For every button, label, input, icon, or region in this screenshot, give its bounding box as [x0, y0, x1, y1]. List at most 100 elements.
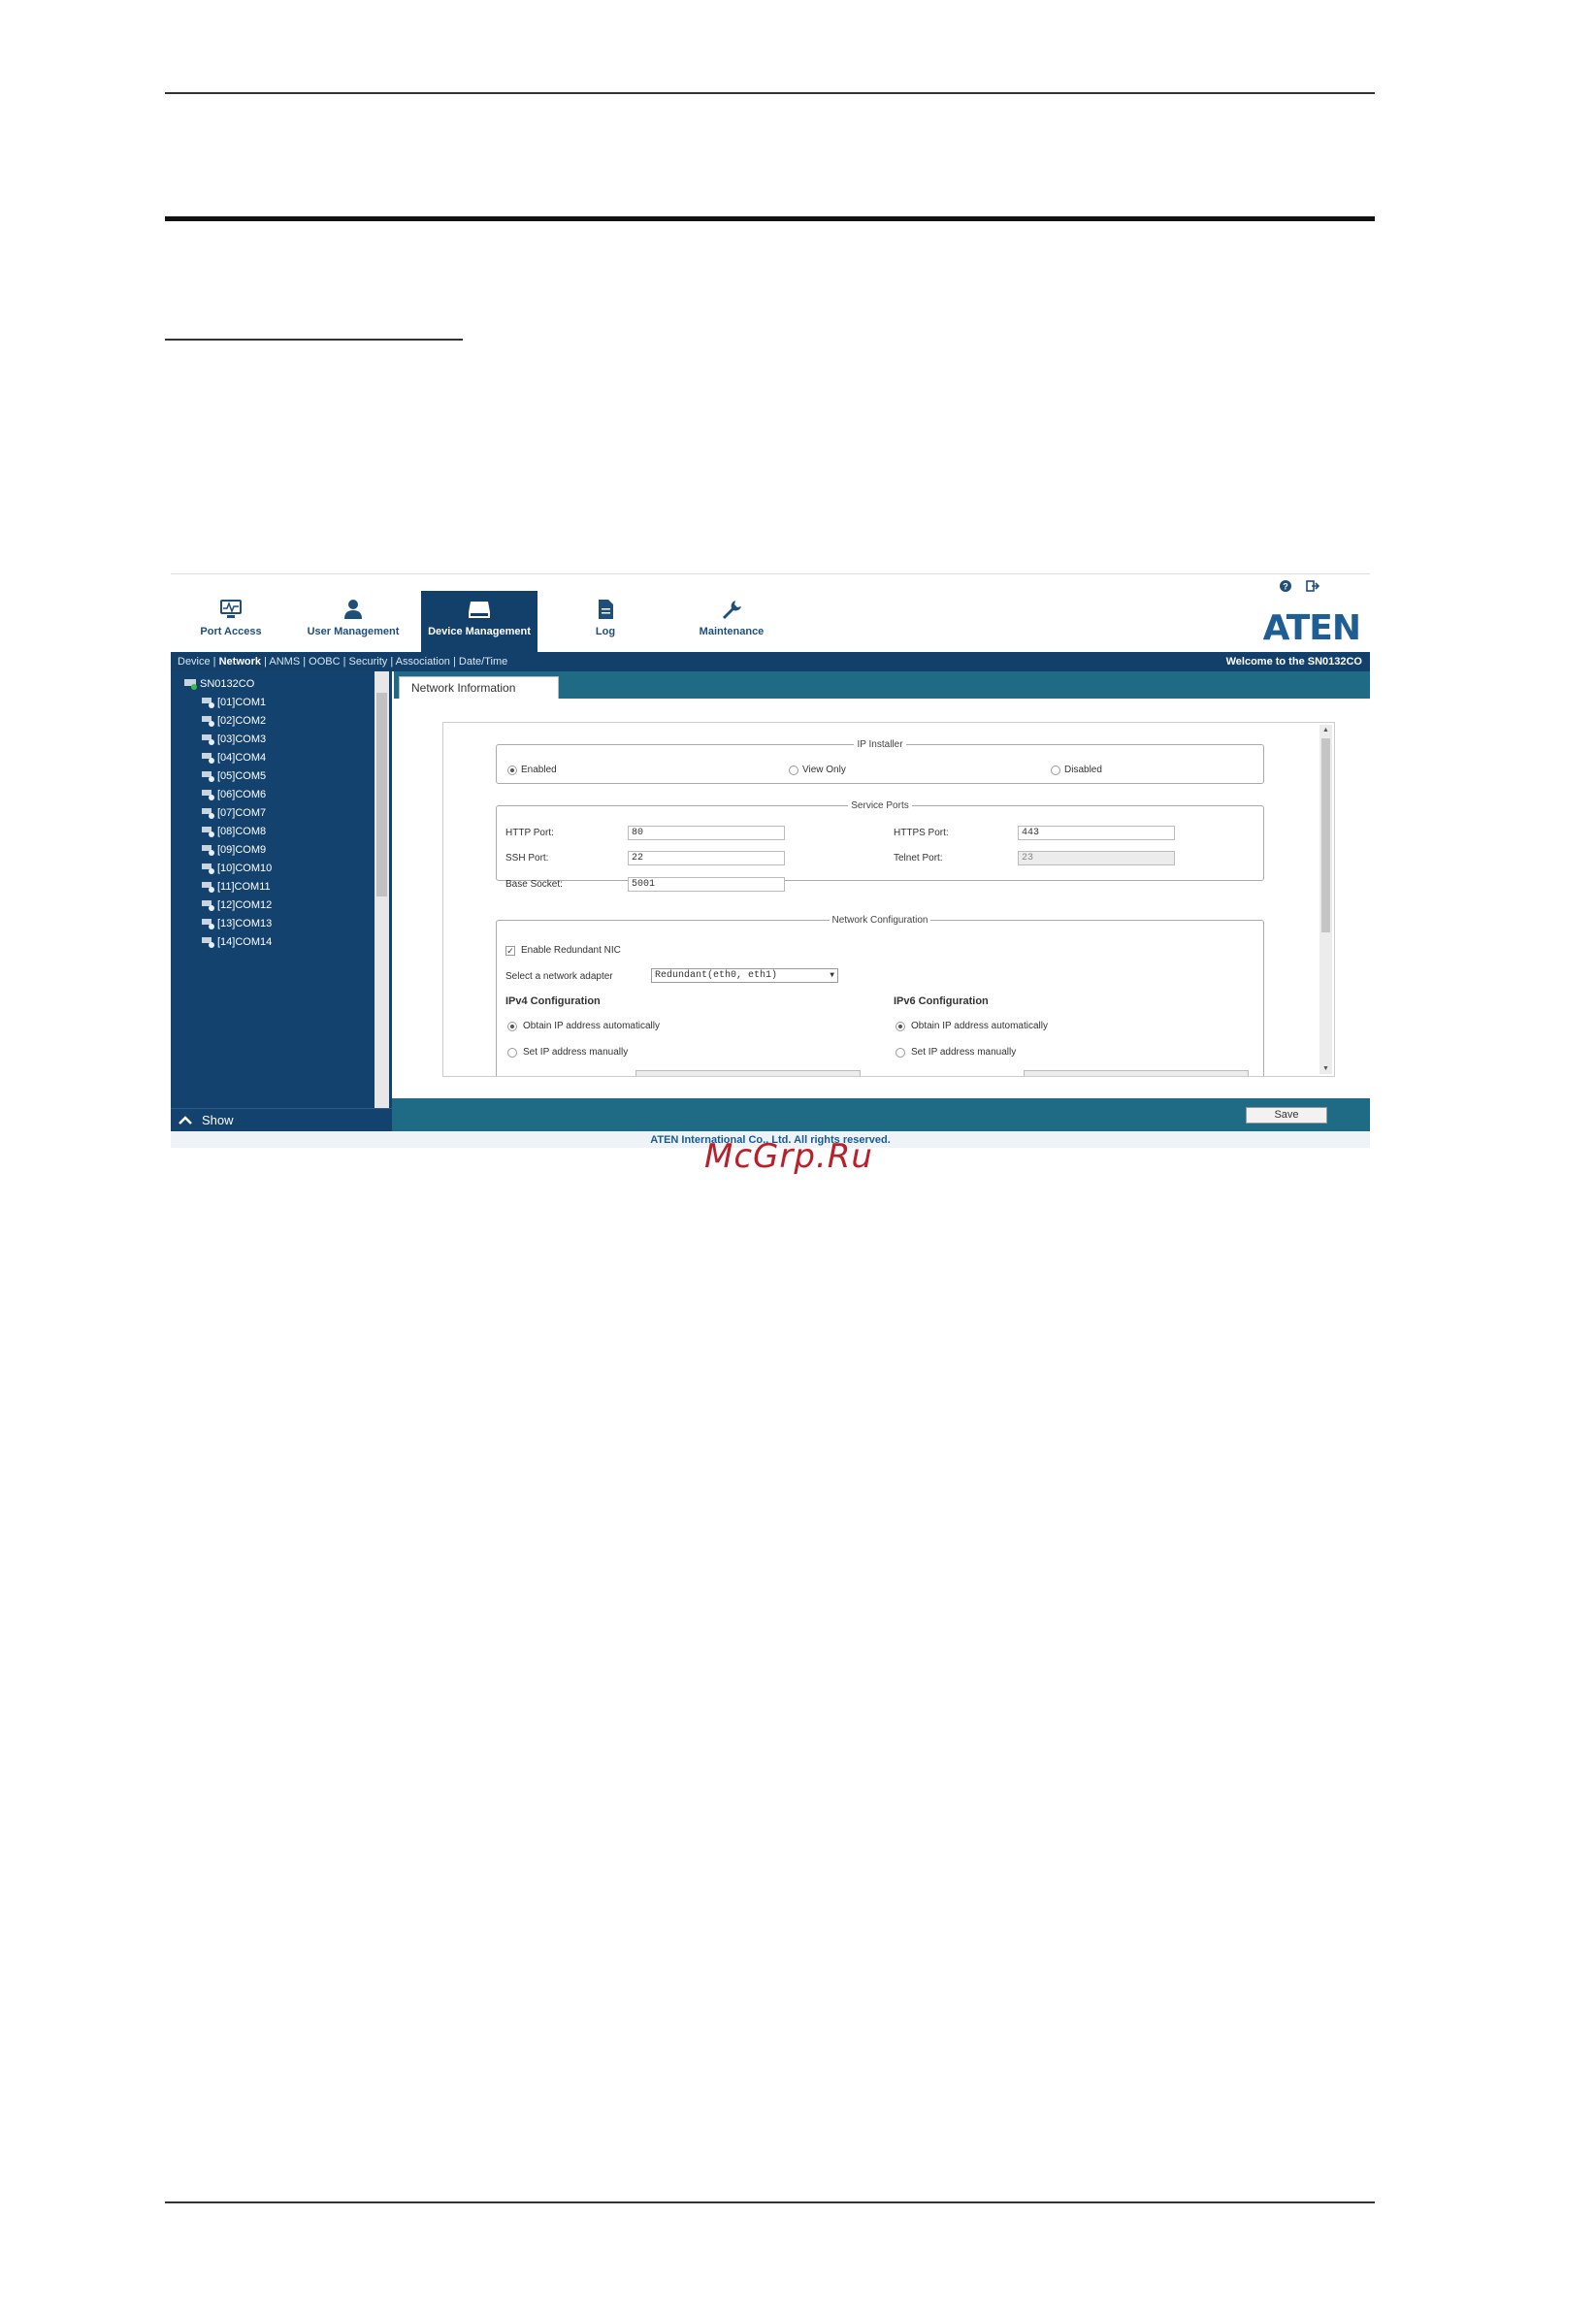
- network-configuration-legend: Network Configuration: [831, 915, 928, 926]
- subnav-oobc[interactable]: OOBC: [309, 656, 340, 668]
- port-icon: [202, 698, 214, 709]
- telnet-port-input[interactable]: 23: [1018, 851, 1175, 865]
- tree-port-item[interactable]: [11]COM11: [202, 878, 271, 896]
- sidebar-scrollbar[interactable]: [375, 671, 389, 1108]
- tree-port-item[interactable]: [01]COM1: [202, 694, 266, 712]
- ipv6-auto-radio[interactable]: [896, 1022, 905, 1031]
- tree-port-label: [08]COM8: [217, 826, 267, 837]
- ip-installer-disabled-radio[interactable]: [1051, 766, 1060, 775]
- device-tree-sidebar: SN0132CO [01]COM1 [02]COM2 [03]COM3 [04]…: [171, 671, 392, 1131]
- tree-port-item[interactable]: [10]COM10: [202, 860, 272, 878]
- device-icon: [469, 602, 490, 618]
- redundant-nic-checkbox[interactable]: ✓: [505, 946, 515, 956]
- tree-port-item[interactable]: [07]COM7: [202, 804, 266, 823]
- tree-port-item[interactable]: [08]COM8: [202, 823, 266, 841]
- http-port-label: HTTP Port:: [505, 828, 554, 838]
- network-adapter-value: Redundant(eth0, eth1): [655, 970, 778, 981]
- tab-bar: Network Information: [394, 671, 1370, 699]
- tree-port-item[interactable]: [02]COM2: [202, 712, 266, 731]
- subnav-anms[interactable]: ANMS: [269, 656, 300, 668]
- network-form: IP Installer Enabled View Only Disabled …: [442, 722, 1335, 1077]
- subnav-network[interactable]: Network: [219, 656, 261, 668]
- port-icon: [202, 771, 214, 783]
- port-icon: [202, 864, 214, 875]
- ip-installer-viewonly-radio[interactable]: [789, 766, 798, 775]
- ipv4-auto-label: Obtain IP address automatically: [523, 1021, 661, 1031]
- port-icon: [202, 882, 214, 894]
- base-socket-input[interactable]: 5001: [628, 877, 785, 892]
- ip-installer-legend: IP Installer: [857, 739, 903, 750]
- ipv6-manual-radio[interactable]: [896, 1048, 905, 1058]
- ipv6-title: IPv6 Configuration: [894, 995, 989, 1007]
- redundant-nic-label: Enable Redundant NIC: [521, 945, 621, 956]
- nav-label: Log: [595, 626, 616, 637]
- nav-maintenance[interactable]: Maintenance: [673, 591, 790, 652]
- port-icon: [202, 790, 214, 801]
- content-scroll-thumb[interactable]: [1321, 738, 1330, 932]
- ssh-port-label: SSH Port:: [505, 853, 549, 864]
- tree-port-label: [04]COM4: [217, 752, 267, 764]
- tree-port-item[interactable]: [14]COM14: [202, 933, 272, 952]
- tree-port-label: [06]COM6: [217, 789, 267, 800]
- network-adapter-select[interactable]: Redundant(eth0, eth1) ▼: [651, 968, 838, 983]
- tree-port-item[interactable]: [09]COM9: [202, 841, 266, 860]
- tree-port-label: [13]COM13: [217, 918, 273, 929]
- subnav-security[interactable]: Security: [349, 656, 388, 668]
- tree-port-item[interactable]: [13]COM13: [202, 915, 272, 933]
- ipv4-auto-radio[interactable]: [507, 1022, 517, 1031]
- port-icon: [202, 919, 214, 930]
- tree-port-label: [07]COM7: [217, 807, 267, 819]
- ipv4-manual-radio[interactable]: [507, 1048, 517, 1058]
- subnav-device[interactable]: Device: [178, 656, 211, 668]
- save-button[interactable]: Save: [1246, 1107, 1327, 1124]
- sidebar-scroll-thumb[interactable]: [376, 693, 387, 896]
- tab-network-information[interactable]: Network Information: [399, 676, 559, 699]
- service-ports-legend: Service Ports: [851, 800, 909, 811]
- section-heading-underline: [165, 339, 463, 341]
- http-port-input[interactable]: 80: [628, 826, 785, 840]
- svg-text:?: ?: [1283, 582, 1288, 592]
- subnav-association[interactable]: Association: [396, 656, 450, 668]
- scroll-up-icon[interactable]: ▲: [1321, 726, 1330, 734]
- tree-port-item[interactable]: [04]COM4: [202, 749, 266, 767]
- dropdown-arrow-icon: ▼: [830, 971, 834, 980]
- ipv6-address-input[interactable]: [1024, 1070, 1249, 1076]
- nav-port-access[interactable]: Port Access: [173, 591, 289, 652]
- show-label: Show: [202, 1113, 234, 1127]
- main-panel: Network Information IP Installer Enabled…: [394, 671, 1370, 1131]
- nav-user-management[interactable]: User Management: [295, 591, 411, 652]
- tree-root[interactable]: SN0132CO: [184, 675, 254, 694]
- title-rule: [165, 216, 1375, 221]
- tree-port-label: [03]COM3: [217, 733, 267, 745]
- header-rule: [165, 92, 1375, 94]
- scroll-down-icon[interactable]: ▼: [1321, 1064, 1330, 1073]
- tree-port-label: [09]COM9: [217, 844, 267, 856]
- nav-label: Device Management: [428, 626, 531, 637]
- nav-label: Port Access: [200, 626, 262, 637]
- logout-icon[interactable]: [1306, 579, 1320, 593]
- monitor-icon: [220, 600, 242, 618]
- tree-port-item[interactable]: [06]COM6: [202, 786, 266, 804]
- help-icon[interactable]: ?: [1279, 579, 1292, 593]
- tree-port-item[interactable]: [03]COM3: [202, 731, 266, 749]
- service-ports-group: Service Ports: [496, 800, 1264, 881]
- port-icon: [202, 845, 214, 857]
- subnav-datetime[interactable]: Date/Time: [459, 656, 507, 668]
- tree-port-label: [12]COM12: [217, 899, 273, 911]
- sub-navigation: Device | Network | ANMS | OOBC | Securit…: [171, 652, 1370, 671]
- ssh-port-input[interactable]: 22: [628, 851, 785, 865]
- tree-port-item[interactable]: [05]COM5: [202, 767, 266, 786]
- nav-log[interactable]: Log: [547, 591, 664, 652]
- content-scrollbar[interactable]: ▲ ▼: [1319, 725, 1332, 1074]
- port-icon: [202, 734, 214, 746]
- nav-device-management[interactable]: Device Management: [421, 591, 537, 652]
- sidebar-show-toggle[interactable]: Show: [171, 1108, 392, 1131]
- web-ui-screenshot: Port Access User Management Device Manag…: [171, 573, 1370, 1148]
- ipv4-address-input[interactable]: [635, 1070, 861, 1076]
- tree-port-item[interactable]: [12]COM12: [202, 896, 272, 915]
- https-port-input[interactable]: 443: [1018, 826, 1175, 840]
- base-socket-label: Base Socket:: [505, 879, 563, 890]
- port-icon: [202, 937, 214, 949]
- ipv6-auto-label: Obtain IP address automatically: [911, 1021, 1049, 1031]
- ip-installer-enabled-radio[interactable]: [507, 766, 517, 775]
